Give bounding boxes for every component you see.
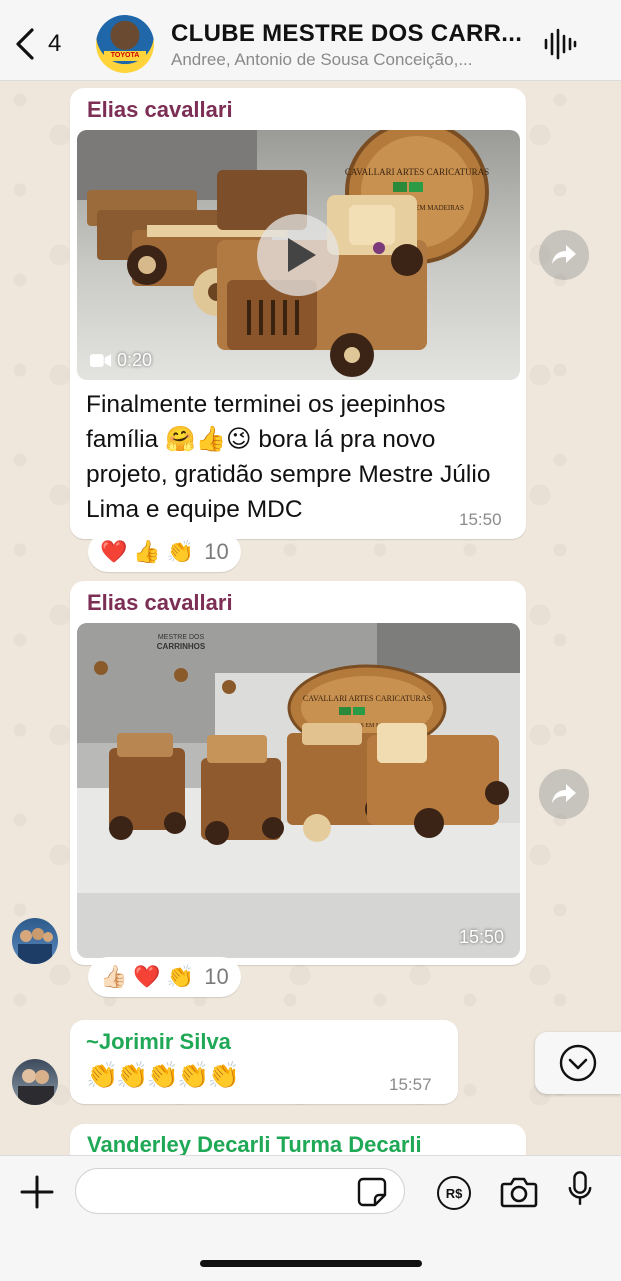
member-avatar[interactable] bbox=[12, 918, 58, 964]
group-photo bbox=[18, 928, 53, 964]
chevron-down-icon bbox=[559, 1044, 597, 1082]
avatar-label: TOYOTA bbox=[104, 51, 146, 61]
message-time: 15:57 bbox=[389, 1075, 432, 1094]
video-thumbnail[interactable]: CAVALLARI ARTES CARICATURAS MINIATURAS E… bbox=[77, 130, 520, 380]
reaction-thumbs: 👍 bbox=[133, 539, 161, 564]
currency-label: R$ bbox=[445, 1185, 463, 1201]
reaction-heart: ❤️ bbox=[100, 539, 128, 564]
reactions-pill[interactable]: ❤️ 👍 👏 10 bbox=[88, 532, 241, 572]
message-input[interactable] bbox=[75, 1168, 405, 1214]
sticker-text-2: CARRINHOS bbox=[157, 642, 206, 651]
video-camera-icon bbox=[90, 354, 112, 367]
camera-icon[interactable] bbox=[500, 1176, 538, 1208]
sticker-text: MESTRE DOS bbox=[158, 634, 205, 641]
back-chevron-icon[interactable] bbox=[10, 26, 42, 62]
plaque-text: CAVALLARI ARTES CARICATURAS bbox=[345, 167, 489, 177]
reaction-count: 10 bbox=[204, 539, 229, 564]
sender-name[interactable]: Elias cavallari bbox=[87, 97, 233, 123]
sender-name[interactable]: Elias cavallari bbox=[87, 590, 233, 616]
input-bar: R$ bbox=[0, 1155, 621, 1281]
plaque-text: CAVALLARI ARTES CARICATURAS bbox=[303, 694, 431, 703]
message-text: Finalmente terminei os jeepinhos família… bbox=[86, 391, 491, 523]
photo[interactable]: MESTRE DOS CARRINHOS CAVALLARI ARTES CAR… bbox=[77, 623, 520, 958]
couple-photo bbox=[18, 1069, 54, 1105]
jeeps-photo: MESTRE DOS CARRINHOS CAVALLARI ARTES CAR… bbox=[77, 623, 520, 958]
unread-count[interactable]: 4 bbox=[48, 30, 61, 58]
plus-icon[interactable] bbox=[20, 1175, 54, 1209]
microphone-icon[interactable] bbox=[567, 1170, 593, 1208]
forward-arrow-icon bbox=[552, 245, 576, 264]
reaction-thumbs: 👍🏻 bbox=[100, 964, 128, 989]
home-indicator bbox=[200, 1260, 422, 1267]
message-time: 15:50 bbox=[459, 510, 502, 529]
sender-name[interactable]: ~Jorimir Silva bbox=[86, 1029, 231, 1055]
member-avatar[interactable] bbox=[12, 1059, 58, 1105]
message-bubble[interactable]: Elias cavallari CAVALLARI ARTES CARICATU… bbox=[70, 88, 526, 539]
forward-arrow-icon bbox=[552, 784, 576, 803]
reaction-clap: 👏 bbox=[166, 539, 195, 564]
play-button[interactable] bbox=[257, 214, 339, 296]
voice-chat-icon[interactable] bbox=[542, 28, 578, 60]
image-time: 15:50 bbox=[459, 927, 505, 947]
message-bubble[interactable]: ~Jorimir Silva 👏👏👏👏👏 15:57 bbox=[70, 1020, 458, 1104]
message-bubble[interactable]: Elias cavallari MESTRE DOS CARRINHOS CAV… bbox=[70, 581, 526, 965]
message-text: 👏👏👏👏👏 bbox=[86, 1060, 240, 1090]
sticker-icon[interactable] bbox=[357, 1177, 387, 1207]
reaction-count: 10 bbox=[204, 964, 229, 989]
video-duration: 0:20 bbox=[117, 350, 153, 370]
group-avatar[interactable]: TOYOTA bbox=[96, 15, 154, 73]
forward-button[interactable] bbox=[539, 230, 589, 280]
scroll-to-bottom-button[interactable] bbox=[535, 1032, 621, 1094]
reactions-pill[interactable]: 👍🏻 ❤️ 👏 10 bbox=[88, 957, 241, 997]
group-title[interactable]: CLUBE MESTRE DOS CARR... bbox=[171, 20, 531, 48]
forward-button[interactable] bbox=[539, 769, 589, 819]
group-members[interactable]: Andree, Antonio de Sousa Conceição,... bbox=[171, 50, 521, 70]
payment-icon[interactable]: R$ bbox=[437, 1176, 471, 1210]
chat-header: 4 TOYOTA CLUBE MESTRE DOS CARR... Andree… bbox=[0, 0, 621, 81]
reaction-clap: 👏 bbox=[166, 964, 195, 989]
reaction-heart: ❤️ bbox=[133, 964, 161, 989]
